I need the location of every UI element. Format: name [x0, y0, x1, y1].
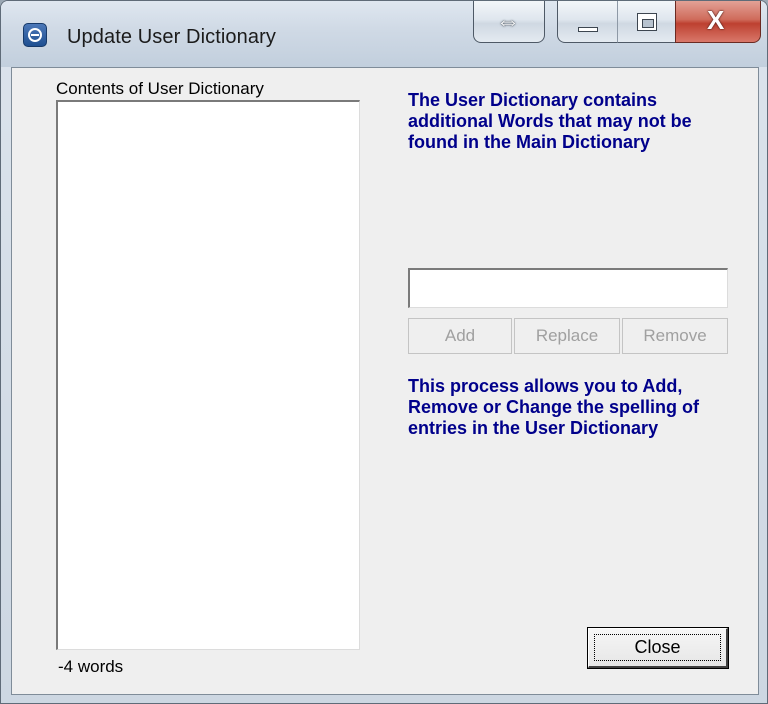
process-description-text: This process allows you to Add, Remove o… [408, 376, 700, 438]
maximize-icon [637, 13, 657, 31]
word-count-label: -4 words [58, 657, 124, 676]
close-button-label: Close [594, 634, 721, 661]
dictionary-contents-list[interactable] [56, 100, 360, 650]
window-close-button[interactable]: X [675, 1, 761, 43]
add-button[interactable]: Add [408, 318, 512, 354]
dictionary-list-label: Contents of User Dictionary [56, 79, 264, 98]
maximize-button[interactable] [617, 1, 675, 43]
resize-button[interactable]: ⇔ [473, 1, 545, 43]
replace-button[interactable]: Replace [514, 318, 620, 354]
remove-button[interactable]: Remove [622, 318, 728, 354]
dictionary-app-icon[interactable] [23, 23, 47, 47]
minimize-icon [578, 27, 598, 32]
window-title: Update User Dictionary [67, 26, 276, 48]
resize-icon: ⇔ [496, 8, 520, 35]
close-icon: X [707, 5, 725, 35]
dictionary-description-text: The User Dictionary contains additional … [408, 90, 692, 152]
word-input[interactable] [408, 268, 728, 308]
title-bar[interactable]: Update User Dictionary ⇔ X [1, 1, 767, 67]
close-button[interactable]: Close [588, 628, 728, 668]
update-user-dictionary-window: Update User Dictionary ⇔ X Contents of U… [0, 0, 768, 704]
minimize-button[interactable] [557, 1, 617, 43]
dialog-client-area: Contents of User Dictionary -4 words The… [11, 67, 759, 695]
